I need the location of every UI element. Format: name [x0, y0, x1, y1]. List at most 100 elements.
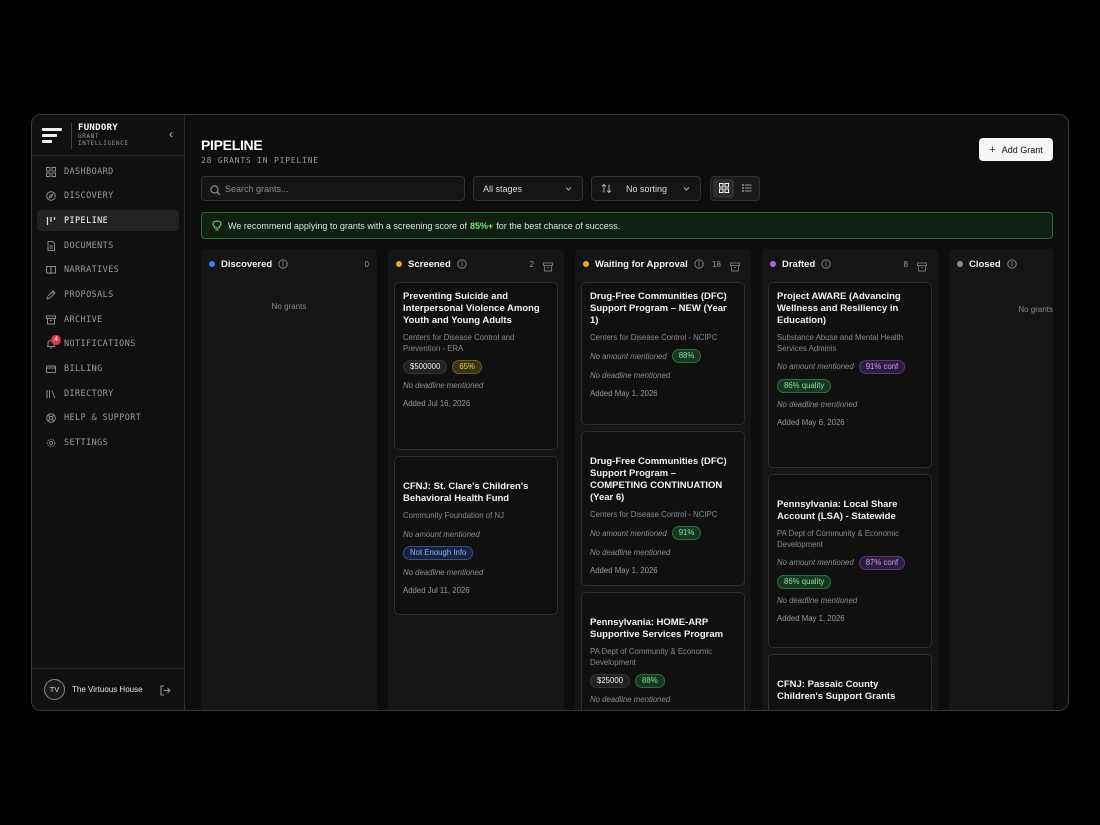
add-grant-button[interactable]: + Add Grant — [979, 138, 1053, 161]
info-icon[interactable] — [457, 259, 467, 269]
sidebar-item-proposals[interactable]: PROPOSALS — [37, 284, 179, 305]
column-title: Discovered — [221, 258, 273, 270]
sidebar-item-settings[interactable]: SETTINGS — [37, 433, 179, 454]
grant-card[interactable]: CFNJ: St. Clare's Children's Behavioral … — [394, 456, 558, 615]
tip-suffix: for the best chance of success. — [496, 220, 621, 231]
archive-icon[interactable] — [730, 259, 740, 277]
grant-card[interactable]: Drug-Free Communities (DFC) Support Prog… — [581, 431, 745, 586]
column-screened: Screened 2 Preventing Suicide and Interp… — [388, 249, 564, 710]
archive-icon[interactable] — [917, 259, 927, 277]
grant-amount-note: No amount mentioned — [590, 528, 667, 538]
info-icon[interactable] — [1007, 259, 1017, 269]
sidebar-item-dashboard[interactable]: DASHBOARD — [37, 161, 179, 182]
sidebar-item-directory[interactable]: DIRECTORY — [37, 383, 179, 404]
confidence-badge: 87% conf — [858, 555, 906, 570]
kanban-board: Discovered 0 No grants Screened 2 Preven… — [201, 249, 1053, 710]
sort-select[interactable]: No sorting — [591, 176, 701, 201]
compass-icon — [45, 191, 56, 202]
sidebar: FUNDORY GRANT INTELLIGENCE ‹ DASHBOARD D… — [32, 115, 185, 710]
grant-added-date: Added Jul 11, 2026 — [403, 585, 470, 595]
column-count: 0 — [364, 260, 369, 269]
amount-chip: $500000 — [403, 359, 448, 374]
sidebar-item-billing[interactable]: BILLING — [37, 359, 179, 380]
sidebar-item-discovery[interactable]: DISCOVERY — [37, 186, 179, 207]
add-grant-label: Add Grant — [1001, 144, 1043, 155]
quality-badge: 86% quality — [777, 574, 832, 589]
deadline-row: No deadline mentioned — [403, 379, 549, 392]
lightbulb-icon — [212, 220, 222, 231]
grant-deadline: No deadline mentioned — [777, 596, 858, 605]
sidebar-item-help-support[interactable]: HELP & SUPPORT — [37, 408, 179, 429]
brand: FUNDORY GRANT INTELLIGENCE ‹ — [32, 115, 185, 156]
grant-card[interactable]: Project AWARE (Advancing Wellness and Re… — [768, 282, 932, 468]
stage-filter-select[interactable]: All stages — [473, 176, 583, 201]
sidebar-item-label: HELP & SUPPORT — [64, 413, 142, 424]
grant-card[interactable]: Pennsylvania: HOME-ARP Supportive Servic… — [581, 592, 745, 710]
grant-metrics: No amount mentioned 87% conf — [777, 555, 923, 570]
sidebar-item-pipeline[interactable]: PIPELINE — [37, 210, 179, 232]
grant-org: PA Dept of Community & Economic Developm… — [777, 529, 900, 549]
confidence-badge: 91% conf — [858, 359, 906, 374]
collapse-sidebar-button[interactable]: ‹ — [169, 127, 173, 141]
sidebar-item-label: PROPOSALS — [64, 289, 114, 300]
sidebar-nav: DASHBOARD DISCOVERY PIPELINE DOCUMENTS N… — [37, 161, 179, 457]
grant-deadline: No deadline mentioned — [590, 695, 671, 704]
grant-metrics: No amount mentioned 91% conf — [777, 359, 923, 374]
grant-title: Preventing Suicide and Interpersonal Vio… — [403, 291, 540, 326]
score-badge: 65% — [452, 359, 482, 374]
sidebar-item-label: PIPELINE — [64, 215, 109, 226]
column-count: 8 — [903, 260, 908, 269]
archive-icon[interactable] — [543, 259, 553, 277]
column-header: Discovered 0 — [201, 249, 377, 279]
score-badge: 91% — [671, 526, 702, 540]
grant-added-date: Added May 1, 2026 — [590, 388, 658, 398]
user-name: The Virtuous House — [72, 685, 143, 694]
info-icon[interactable] — [694, 259, 704, 269]
search-box — [201, 176, 465, 201]
status-dot — [770, 261, 776, 267]
avatar[interactable]: TV — [44, 679, 65, 700]
sidebar-item-narratives[interactable]: NARRATIVES — [37, 260, 179, 281]
sidebar-item-label: ARCHIVE — [64, 314, 103, 325]
archive-icon — [45, 314, 56, 325]
grant-title: CFNJ: St. Clare's Children's Behavioral … — [403, 481, 529, 504]
amount-row: No amount mentioned — [403, 528, 549, 541]
sidebar-item-label: NARRATIVES — [64, 265, 120, 276]
sidebar-item-label: DASHBOARD — [64, 166, 114, 177]
logout-icon[interactable] — [160, 683, 171, 701]
column-title: Waiting for Approval — [595, 258, 688, 270]
deadline-row: No deadline mentioned — [403, 566, 549, 579]
search-input[interactable] — [225, 181, 455, 196]
grant-card[interactable]: Pennsylvania: Local Share Account (LSA) … — [768, 474, 932, 648]
grant-card[interactable]: Preventing Suicide and Interpersonal Vio… — [394, 282, 558, 450]
info-icon[interactable] — [278, 259, 288, 269]
grant-title: CFNJ: Passaic County Children's Support … — [777, 679, 896, 702]
grant-deadline: No deadline mentioned — [403, 381, 484, 390]
grant-org: PA Dept of Community & Economic Developm… — [590, 647, 713, 667]
grant-added-date: Added May 1, 2026 — [777, 614, 845, 623]
column-closed: Closed No grants — [949, 249, 1053, 710]
grant-deadline: No deadline mentioned — [590, 547, 671, 557]
view-toggle — [710, 176, 760, 201]
score-badge: 88% — [671, 349, 702, 363]
quality-row: 86% quality — [777, 378, 923, 393]
grant-deadline: No deadline mentioned — [403, 567, 484, 577]
column-title: Closed — [969, 258, 1001, 270]
status-badge: Not Enough Info — [403, 546, 474, 560]
list-view-button[interactable] — [736, 179, 757, 198]
sidebar-item-documents[interactable]: DOCUMENTS — [37, 235, 179, 256]
column-waiting-for-approval: Waiting for Approval 18 Drug-Free Commun… — [575, 249, 751, 710]
document-icon — [45, 240, 56, 251]
sidebar-item-notifications[interactable]: 4 NOTIFICATIONS — [37, 334, 179, 355]
info-icon[interactable] — [821, 259, 831, 269]
grant-amount-note: No amount mentioned — [777, 362, 854, 371]
grid-view-icon — [718, 180, 729, 198]
sidebar-item-archive[interactable]: ARCHIVE — [37, 309, 179, 330]
grid-view-button[interactable] — [713, 179, 734, 198]
recommendation-banner: We recommend applying to grants with a s… — [201, 212, 1053, 239]
grant-added-date: Added Jul 16, 2026 — [403, 399, 471, 408]
grant-org: Centers for Disease Control - NCIPC — [590, 333, 718, 342]
grant-card[interactable]: CFNJ: Passaic County Children's Support … — [768, 654, 932, 710]
grant-metrics: No amount mentioned 91% — [590, 526, 736, 540]
grant-card[interactable]: Drug-Free Communities (DFC) Support Prog… — [581, 282, 745, 425]
